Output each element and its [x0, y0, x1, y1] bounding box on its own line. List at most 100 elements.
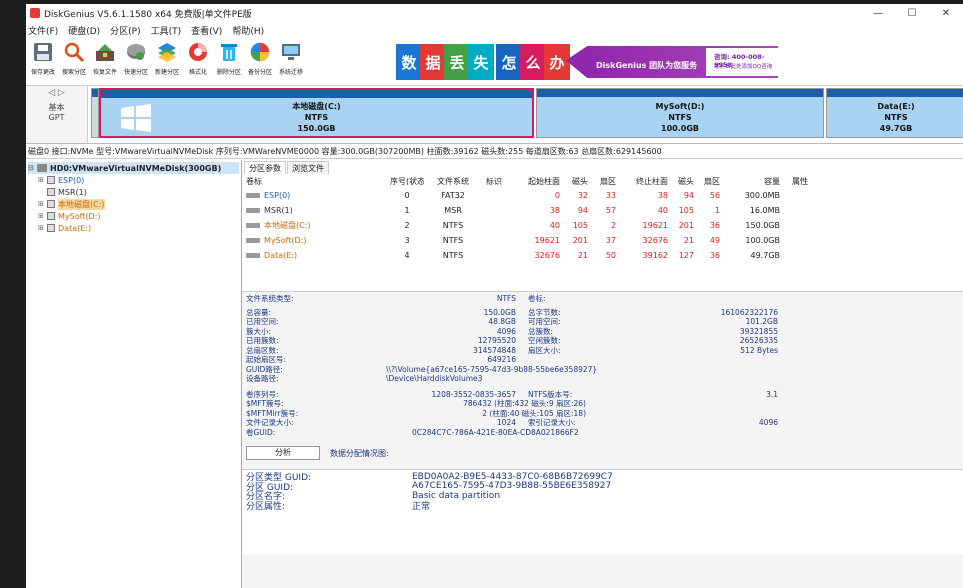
tree-partition-d[interactable]: ⊞ MySoft(D:): [28, 210, 239, 222]
tab-browse-files[interactable]: 浏览文件: [287, 161, 329, 174]
tree-partition-esp[interactable]: ⊞ ESP(0): [28, 174, 239, 186]
search-partition-button[interactable]: 搜索分区: [59, 40, 89, 76]
save-button[interactable]: 保存更改: [28, 40, 58, 76]
backup-icon: [248, 40, 272, 64]
screen-frame: DiskGenius V5.6.1.1580 x64 免费版|单文件PE版 — …: [0, 0, 963, 588]
window-title: DiskGenius V5.6.1.1580 x64 免费版|单文件PE版: [44, 9, 252, 20]
menu-partition[interactable]: 分区(P): [110, 24, 140, 37]
detail-value: 48.8GB: [488, 317, 516, 327]
migrate-icon: [279, 40, 303, 64]
partition-segment-esp[interactable]: [91, 88, 99, 138]
table-cell: 2: [404, 221, 410, 230]
partition-row-icon: [246, 253, 260, 258]
table-cell: 33: [605, 191, 616, 200]
partition-row-icon: [246, 208, 260, 213]
detail-label: 卷标:: [528, 294, 546, 304]
backup-partition-button[interactable]: 备份分区: [245, 40, 275, 76]
banner-tile: 办: [544, 44, 570, 80]
table-cell: 40: [657, 206, 668, 215]
table-cell: 32676: [534, 251, 560, 260]
partition-segment-e[interactable]: Data(E:) NTFS 49.7GB: [826, 88, 963, 138]
tree-partition-msr[interactable]: MSR(1): [28, 186, 239, 198]
banner-tile: 怎: [496, 44, 522, 80]
detail-value: 12795520: [477, 336, 516, 346]
close-button[interactable]: ✕: [929, 8, 963, 19]
menu-bar: 文件(F) 硬盘(D) 分区(P) 工具(T) 查看(V) 帮助(H): [26, 22, 963, 38]
expand-icon[interactable]: ⊞: [38, 176, 47, 184]
window-controls: — ☐ ✕: [861, 8, 963, 19]
table-row[interactable]: Data(E:) 4 NTFS 32676 21 50 39162 127 36 49.7GB: [242, 248, 963, 263]
partition-row-icon: [246, 193, 260, 198]
delete-partition-button[interactable]: 删除分区: [214, 40, 244, 76]
table-cell: 38: [657, 191, 668, 200]
table-cell: 16.0MB: [749, 206, 780, 215]
collapse-icon[interactable]: ⊟: [28, 164, 37, 172]
recover-files-button[interactable]: 恢复文件: [90, 40, 120, 76]
menu-file[interactable]: 文件(F): [28, 24, 58, 37]
app-window: DiskGenius V5.6.1.1580 x64 免费版|单文件PE版 — …: [26, 4, 963, 588]
row-label: MySoft(D:): [264, 236, 307, 245]
maximize-button[interactable]: ☐: [895, 8, 929, 19]
menu-disk[interactable]: 硬盘(D): [68, 24, 100, 37]
table-cell: MSR: [444, 206, 462, 215]
partition-icon: [47, 188, 55, 196]
banner-qq: 或点击此处添加QQ咨询: [714, 64, 773, 70]
table-cell: 19621: [642, 221, 668, 230]
minimize-button[interactable]: —: [861, 8, 895, 19]
banner-ad-text: DiskGenius 团队为您服务: [596, 61, 698, 70]
table-row[interactable]: ESP(0) 0 FAT32 0 32 33 38 94 56 300.0MB: [242, 188, 963, 203]
banner-tile: 数: [396, 44, 422, 80]
format-button[interactable]: 格式化: [183, 40, 213, 76]
partition-segment-c[interactable]: 本地磁盘(C:) NTFS 150.0GB: [99, 88, 534, 138]
tab-bar: 分区参数 浏览文件: [242, 160, 963, 174]
delete-icon: [217, 40, 241, 64]
title-bar: DiskGenius V5.6.1.1580 x64 免费版|单文件PE版 — …: [26, 4, 963, 22]
system-migration-button[interactable]: 系统迁移: [276, 40, 306, 76]
table-cell: 0: [404, 191, 410, 200]
table-row[interactable]: 本地磁盘(C:) 2 NTFS 40 105 2 19621 201 36 150.0GB: [242, 218, 963, 233]
partition-name: Data(E:): [877, 101, 915, 111]
menu-help[interactable]: 帮助(H): [232, 24, 264, 37]
tab-partition-params[interactable]: 分区参数: [244, 161, 286, 174]
table-row[interactable]: MySoft(D:) 3 NTFS 19621 201 37 32676 21 49 100.0G…: [242, 233, 963, 248]
table-cell: 40: [549, 221, 560, 230]
partition-size: 49.7GB: [879, 123, 913, 133]
detail-value: 26526335: [739, 336, 778, 346]
new-partition-button[interactable]: 新建分区: [152, 40, 182, 76]
advert-banner[interactable]: 数 据 丢 失 怎 么 办 DiskGenius 团队为您服务 咨询: 400-…: [396, 40, 778, 82]
row-label: ESP(0): [264, 191, 291, 200]
expand-icon[interactable]: ⊞: [38, 224, 47, 232]
partition-fs: NTFS: [304, 112, 329, 122]
search-icon: [62, 40, 86, 64]
partition-details: 文件系统类型: NTFS 卷标: 总容量: 150.0GB 总字节数: 1610623…: [242, 292, 963, 463]
partition-size: 150.0GB: [297, 123, 336, 133]
expand-icon[interactable]: ⊞: [38, 200, 47, 208]
table-cell: NTFS: [442, 236, 464, 245]
toolbar: 保存更改 搜索分区 恢复文件 快速分区 新建分区 格式化 删除分区 备份分区 系…: [26, 38, 963, 86]
row-label: 本地磁盘(C:): [264, 221, 311, 230]
table-row[interactable]: MSR(1) 1 MSR 38 94 57 40 105 1 16.0MB: [242, 203, 963, 218]
partition-segment-d[interactable]: MySoft(D:) NTFS 100.0GB: [536, 88, 824, 138]
table-cell: 36: [709, 251, 720, 260]
tree-disk-hd0[interactable]: ⊟ HD0:VMwareVirtualNVMeDisk(300GB): [28, 162, 239, 174]
analyze-button[interactable]: 分析: [246, 446, 320, 460]
banner-tile: 失: [468, 44, 494, 80]
detail-label: 文件系统类型:: [246, 294, 294, 304]
table-cell: 300.0MB: [744, 191, 780, 200]
detail-label: 扇区大小:: [528, 345, 561, 355]
partition-table: 卷标 序号(状态) 文件系统 标识 起始柱面 磁头 扇区 终止柱面 磁头 扇区 …: [242, 174, 963, 292]
detail-value: 314574848: [473, 345, 516, 355]
table-cell: 49.7GB: [750, 251, 781, 260]
tree-partition-e[interactable]: ⊞ Data(E:): [28, 222, 239, 234]
table-cell: 21: [683, 236, 694, 245]
quick-partition-button[interactable]: 快速分区: [121, 40, 151, 76]
detail-fs-type-row: 文件系统类型: NTFS 卷标:: [246, 294, 959, 304]
detail-value: 39321855: [739, 326, 778, 336]
menu-tools[interactable]: 工具(T): [151, 24, 182, 37]
menu-view[interactable]: 查看(V): [191, 24, 222, 37]
table-cell: 127: [678, 251, 694, 260]
detail-device-path-row: 设备路径: \Device\HarddiskVolume3: [246, 374, 483, 384]
disk-nav-arrows[interactable]: ◁ ▷: [48, 88, 65, 98]
expand-icon[interactable]: ⊞: [38, 212, 47, 220]
tree-partition-c[interactable]: ⊞ 本地磁盘(C:): [28, 198, 239, 210]
